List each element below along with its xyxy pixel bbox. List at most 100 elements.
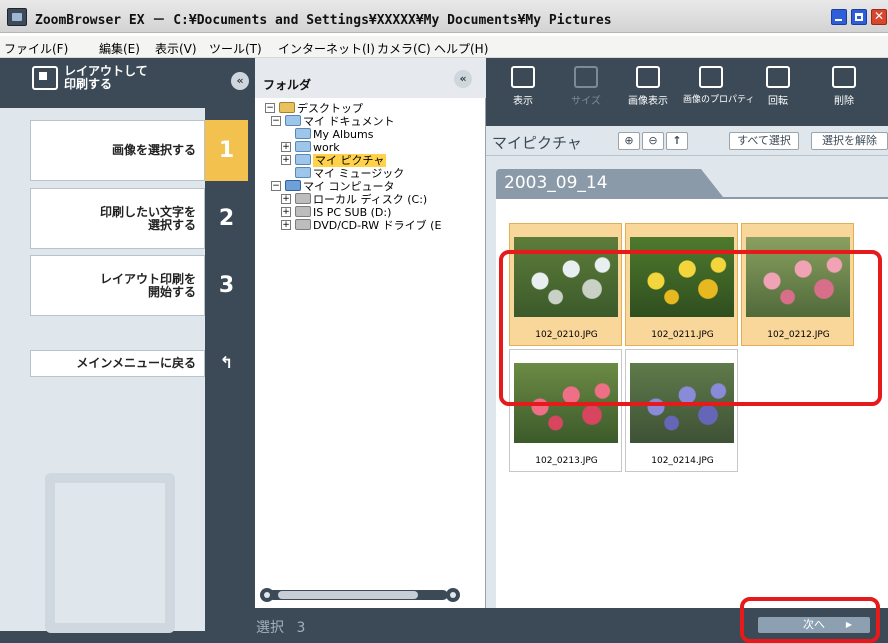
size-button[interactable]: サイズ <box>558 66 614 122</box>
folder-tree-item[interactable]: + IS PC SUB (D:) <box>281 206 392 219</box>
menu-bar: ファイル(F) 編集(E) 表示(V) ツール(T) インターネット(I) カメ… <box>0 36 888 58</box>
menu-edit[interactable]: 編集(E) <box>99 40 140 57</box>
zoombrowser-window: ZoomBrowser EX － C:¥Documents and Settin… <box>0 0 888 643</box>
thumbnail-filename: 102_0213.JPG <box>535 456 598 466</box>
rotate-button[interactable]: 回転 <box>750 66 806 122</box>
folder-tree-item[interactable]: − マイ コンピュータ <box>271 180 395 193</box>
location-title: マイピクチャ <box>492 134 582 152</box>
collapse-icon[interactable]: − <box>271 116 281 126</box>
folder-panel-header: フォルダ « <box>255 58 486 98</box>
minimize-button[interactable] <box>831 9 847 25</box>
step-1-select-images[interactable]: 画像を選択する 1 <box>30 120 255 181</box>
menu-file[interactable]: ファイル(F) <box>4 40 68 57</box>
folder-icon <box>295 141 311 152</box>
desktop-icon <box>279 102 295 113</box>
collapse-task-panel-button[interactable]: « <box>231 72 249 90</box>
collapse-folder-panel-button[interactable]: « <box>454 70 472 88</box>
zoom-out-button[interactable]: ⊖ <box>642 132 664 150</box>
back-to-main-menu-label: メインメニューに戻る <box>30 350 205 377</box>
up-level-button[interactable]: ↑ <box>666 132 688 150</box>
browser-toolbar: 表示 サイズ 画像表示 画像のプロパティ 回転 削除 <box>486 58 888 126</box>
view-icon <box>511 66 535 88</box>
menu-internet[interactable]: インターネット(I) <box>278 40 375 57</box>
folder-tree-item-label: デスクトップ <box>297 102 363 115</box>
menu-view[interactable]: 表示(V) <box>155 40 197 57</box>
maximize-button[interactable] <box>851 9 867 25</box>
selected-images-highlight <box>499 250 882 406</box>
browser-subbar: マイピクチャ ⊕ ⊖ ↑ すべて選択 選択を解除 <box>486 126 888 156</box>
dvd-drive-icon <box>295 219 311 230</box>
back-to-main-menu-button[interactable]: メインメニューに戻る ↰ <box>30 350 248 377</box>
image-properties-button[interactable]: 画像のプロパティ <box>683 66 754 122</box>
menu-tools[interactable]: ツール(T) <box>209 40 262 57</box>
step-2-label: 印刷したい文字を 選択する <box>30 188 205 249</box>
scroll-left-button[interactable] <box>260 588 274 602</box>
expand-icon[interactable]: + <box>281 155 291 165</box>
folder-tree-item-label: DVD/CD-RW ドライブ (E <box>313 219 442 232</box>
return-arrow-icon: ↰ <box>205 350 248 377</box>
folder-tree-item[interactable]: + DVD/CD-RW ドライブ (E <box>281 219 442 232</box>
computer-icon <box>285 180 301 191</box>
expand-icon[interactable]: + <box>281 220 291 230</box>
folder-tree-item-label: My Albums <box>313 128 374 141</box>
collapse-icon[interactable]: − <box>265 103 275 113</box>
folder-tree-item[interactable]: My Albums <box>295 128 373 141</box>
scroll-right-button[interactable] <box>446 588 460 602</box>
folder-tree-item[interactable]: + work <box>281 141 340 154</box>
folder-icon <box>285 115 301 126</box>
next-button-highlight <box>740 597 880 643</box>
size-icon <box>574 66 598 88</box>
expand-icon[interactable]: + <box>281 142 291 152</box>
step-2-number: 2 <box>205 188 248 249</box>
folder-tree-item-label: マイ ピクチャ <box>313 154 387 167</box>
app-icon <box>7 8 27 26</box>
folder-horizontal-scrollbar[interactable] <box>260 588 460 602</box>
folder-icon <box>295 167 311 178</box>
task-title: レイアウトして 印刷する <box>64 64 148 91</box>
selection-count: 選択 3 <box>256 620 306 636</box>
step-3-label: レイアウト印刷を 開始する <box>30 255 205 316</box>
step-1-label: 画像を選択する <box>30 120 205 181</box>
view-button[interactable]: 表示 <box>495 66 551 122</box>
folder-icon <box>295 154 311 165</box>
thumbnail-filename: 102_0214.JPG <box>651 456 714 466</box>
folder-icon <box>295 128 311 139</box>
layout-print-icon <box>32 66 58 90</box>
step-2-select-text[interactable]: 印刷したい文字を 選択する 2 <box>30 188 255 249</box>
window-title: ZoomBrowser EX － C:¥Documents and Settin… <box>35 13 612 28</box>
step-3-number: 3 <box>205 255 248 316</box>
folder-tree-item[interactable]: + マイ ピクチャ <box>281 154 387 167</box>
image-view-button[interactable]: 画像表示 <box>620 66 676 122</box>
image-properties-icon <box>699 66 723 88</box>
task-panel: レイアウトして 印刷する « 画像を選択する 1 印刷したい文字を 選択する 2 <box>0 58 255 643</box>
zoom-in-button[interactable]: ⊕ <box>618 132 640 150</box>
delete-icon <box>832 66 856 88</box>
expand-icon[interactable]: + <box>281 194 291 204</box>
title-bar: ZoomBrowser EX － C:¥Documents and Settin… <box>0 0 888 33</box>
scrollbar-thumb[interactable] <box>278 591 418 599</box>
drive-icon <box>295 206 311 217</box>
deselect-button[interactable]: 選択を解除 <box>811 132 888 150</box>
close-button[interactable] <box>871 9 887 25</box>
folder-tree-item[interactable]: + ローカル ディスク (C:) <box>281 193 428 206</box>
image-view-icon <box>636 66 660 88</box>
rotate-icon <box>766 66 790 88</box>
folder-tree-item-label: IS PC SUB (D:) <box>313 206 392 219</box>
folder-panel-title: フォルダ <box>263 78 312 92</box>
delete-button[interactable]: 削除 <box>816 66 872 122</box>
menu-camera[interactable]: カメラ(C) <box>377 40 431 57</box>
folder-tree-item-label: ローカル ディスク (C:) <box>313 193 428 206</box>
folder-tree-item-label: マイ ミュージック <box>313 167 405 180</box>
collapse-icon[interactable]: − <box>271 181 281 191</box>
select-all-button[interactable]: すべて選択 <box>729 132 799 150</box>
folder-tree-item-label: マイ ドキュメント <box>303 115 395 128</box>
menu-help[interactable]: ヘルプ(H) <box>434 40 488 57</box>
folder-tree-item-label: work <box>313 141 340 154</box>
expand-icon[interactable]: + <box>281 207 291 217</box>
folder-panel: フォルダ « − デスクトップ − マイ ドキュメント My Albums + work + マ… <box>255 58 486 608</box>
date-group-tab[interactable]: 2003_09_14 <box>496 169 723 197</box>
folder-tree-item[interactable]: − マイ ドキュメント <box>271 115 395 128</box>
folder-tree-item[interactable]: マイ ミュージック <box>295 167 404 180</box>
folder-tree-item[interactable]: − デスクトップ <box>265 102 363 115</box>
step-3-start-layout-print[interactable]: レイアウト印刷を 開始する 3 <box>30 255 255 316</box>
